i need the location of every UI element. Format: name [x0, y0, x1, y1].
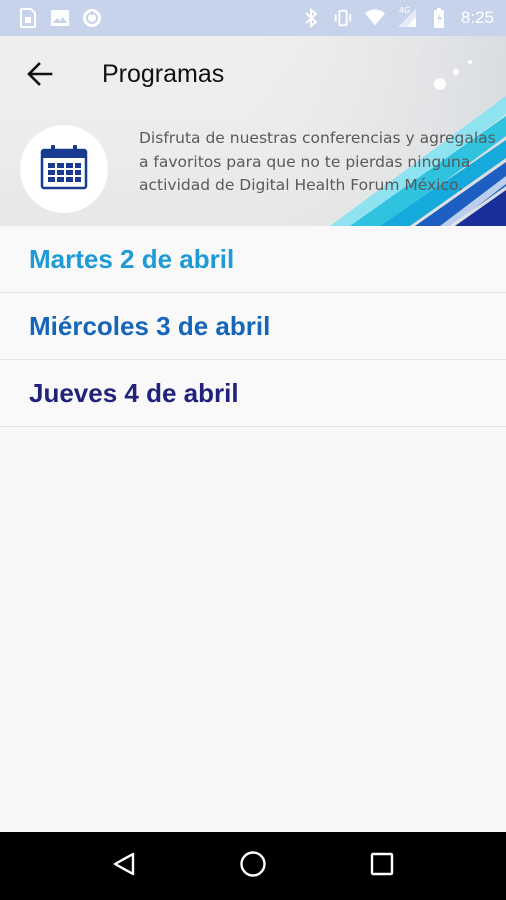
back-nav-icon	[111, 851, 137, 881]
day-label: Miércoles 3 de abril	[29, 310, 271, 341]
nav-recents-button[interactable]	[360, 844, 404, 888]
header-description: Disfruta de nuestras conferencias y agre…	[139, 129, 496, 194]
sim-icon	[18, 8, 38, 28]
battery-icon	[429, 8, 449, 28]
status-bar-left	[18, 8, 102, 28]
bluetooth-icon	[301, 8, 321, 28]
home-nav-icon	[239, 850, 267, 882]
arrow-left-icon	[27, 62, 53, 90]
recents-nav-icon	[370, 852, 394, 880]
nav-home-button[interactable]	[231, 844, 275, 888]
image-icon	[50, 8, 70, 28]
day-label: Martes 2 de abril	[29, 243, 235, 274]
clock: 8:25	[460, 8, 494, 27]
page-title: Programas	[102, 60, 225, 88]
day-item-miercoles[interactable]: Miércoles 3 de abril	[0, 293, 506, 360]
sync-icon	[82, 8, 102, 28]
day-label: Jueves 4 de abril	[29, 377, 239, 408]
vibrate-icon	[333, 8, 353, 28]
wifi-icon	[364, 8, 385, 28]
day-item-martes[interactable]: Martes 2 de abril	[0, 226, 506, 293]
nav-back-button[interactable]	[102, 844, 146, 888]
signal-icon: 4G	[397, 6, 417, 28]
calendar-icon	[40, 144, 88, 194]
status-bar: 4G 8:25	[0, 0, 506, 36]
navigation-bar	[0, 832, 506, 900]
back-button[interactable]	[22, 58, 58, 94]
day-list: Martes 2 de abril Miércoles 3 de abril J…	[0, 226, 506, 427]
status-bar-right: 4G 8:25	[301, 6, 494, 28]
programs-header: Programas Disfruta de nuestras conferenc…	[0, 36, 506, 226]
calendar-badge	[20, 125, 108, 213]
day-item-jueves[interactable]: Jueves 4 de abril	[0, 360, 506, 427]
network-label: 4G	[398, 6, 411, 15]
